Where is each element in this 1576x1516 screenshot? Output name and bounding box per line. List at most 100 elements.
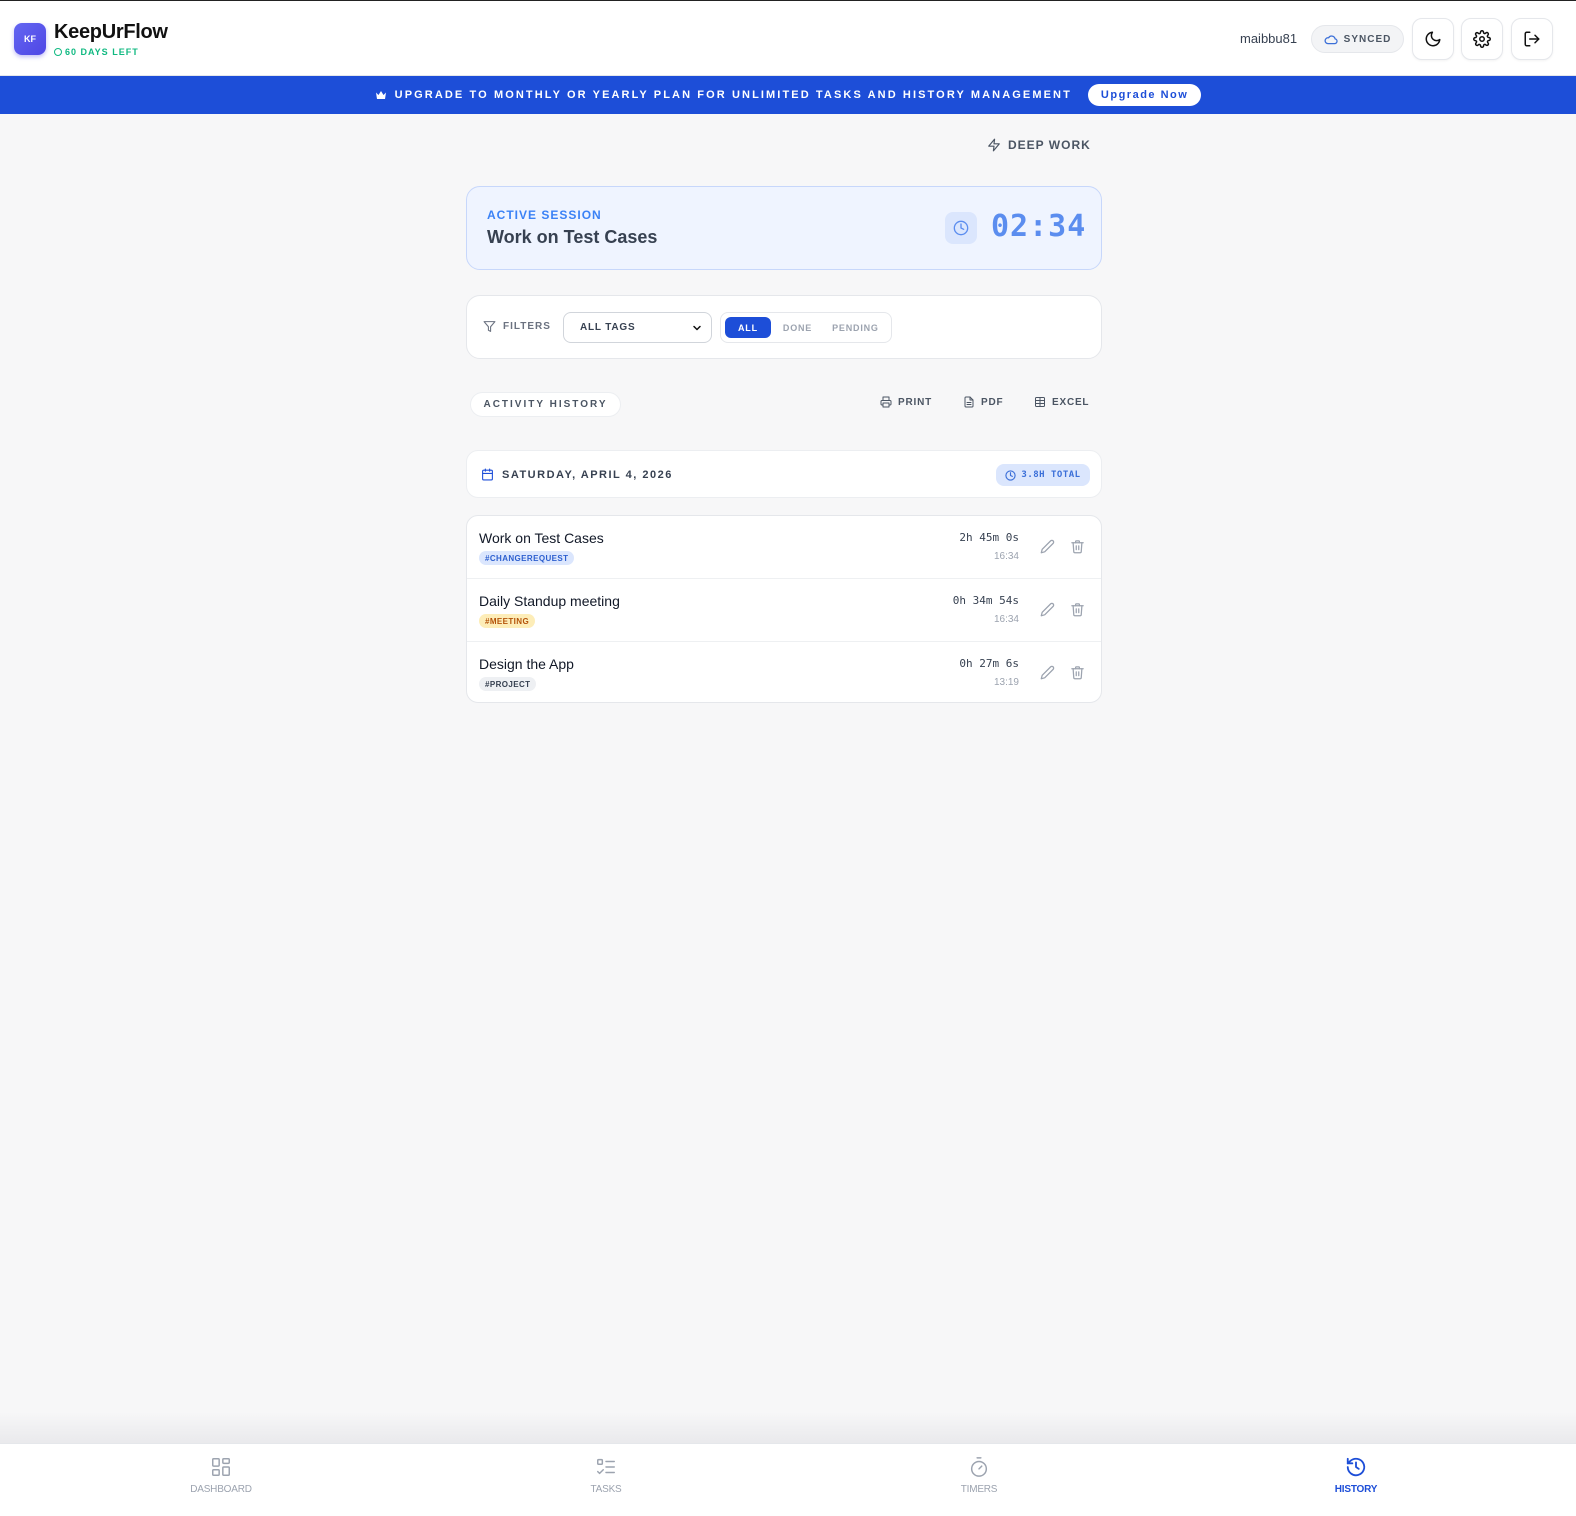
activity-history-heading: ACTIVITY HISTORY [470,392,621,417]
moon-icon [1425,31,1441,47]
logout-button[interactable] [1511,18,1553,60]
history-entries-list: Work on Test Cases #CHANGEREQUEST 2h 45m… [466,515,1102,703]
settings-button[interactable] [1461,18,1503,60]
total-hours-text: 3.8H TOTAL [1021,470,1081,480]
printer-icon [880,396,892,408]
entry-time: 16:34 [993,551,1019,562]
print-label: PRINT [898,396,932,408]
excel-export-button[interactable]: EXCEL [1034,396,1089,408]
edit-entry-button[interactable] [1040,602,1055,617]
date-group-header: SATURDAY, APRIL 4, 2026 3.8H TOTAL [466,450,1102,498]
document-icon [964,396,974,408]
entry-time: 13:19 [993,677,1019,688]
delete-entry-button[interactable] [1070,539,1085,554]
theme-toggle-button[interactable] [1412,18,1454,60]
nav-tasks-label: TASKS [590,1484,622,1495]
entry-tag: #CHANGEREQUEST [479,551,575,565]
status-filter-toggle: ALL DONE PENDING [720,312,892,343]
pdf-label: PDF [981,396,1004,408]
delete-entry-button[interactable] [1070,602,1085,617]
status-filter-pending[interactable]: PENDING [824,317,887,338]
nav-dashboard[interactable]: DASHBOARD [161,1456,281,1495]
bottom-shadow [0,1412,1576,1443]
lightning-icon [988,138,1000,152]
active-session-card: ACTIVE SESSION Work on Test Cases 02:34 [466,186,1102,270]
entry-title: Daily Standup meeting [479,593,620,609]
session-clock-badge [945,212,977,244]
upgrade-now-button[interactable]: Upgrade Now [1087,84,1202,106]
nav-timers[interactable]: TIMERS [919,1456,1039,1495]
status-filter-done[interactable]: DONE [775,317,820,338]
brand-name: KeepUrFlow [54,21,168,43]
history-icon [1346,1457,1366,1477]
delete-entry-button[interactable] [1070,665,1085,680]
entry-duration: 0h 27m 6s [959,657,1019,670]
date-text: SATURDAY, APRIL 4, 2026 [502,468,673,481]
pdf-export-button[interactable]: PDF [963,396,1003,408]
deep-work-label: DEEP WORK [1008,138,1091,152]
entry-title: Work on Test Cases [479,530,604,546]
filters-label-text: FILTERS [503,321,551,332]
crown-icon [375,91,386,99]
entry-title: Design the App [479,656,574,672]
tag-filter-value: ALL TAGS [580,322,636,333]
chevron-down-icon [693,325,701,330]
clock-icon [953,220,969,236]
cloud-icon [1324,34,1338,44]
clock-icon [1005,469,1017,481]
date-label: SATURDAY, APRIL 4, 2026 [481,468,673,481]
session-timer: 02:34 [991,209,1087,244]
pencil-icon [1040,539,1055,554]
list-item[interactable]: Work on Test Cases #CHANGEREQUEST 2h 45m… [467,516,1101,579]
nav-timers-label: TIMERS [960,1484,998,1495]
app-logo[interactable]: KF [14,23,46,55]
trial-days-left: 60 DAYS LEFT [54,47,139,57]
nav-tasks[interactable]: TASKS [546,1456,666,1495]
bottom-navigation: DASHBOARD TASKS TIMERS HISTORY [0,1443,1576,1516]
pencil-icon [1040,665,1055,680]
tag-filter-select[interactable]: ALL TAGS [563,312,712,343]
trash-icon [1071,540,1084,554]
calendar-icon [482,468,493,481]
gear-icon [1473,30,1491,48]
clock-icon [54,48,62,56]
total-hours-badge: 3.8H TOTAL [996,464,1090,486]
logout-icon [1524,31,1540,47]
trash-icon [1071,666,1084,680]
nav-history[interactable]: HISTORY [1296,1456,1416,1495]
stopwatch-icon [970,1457,988,1477]
trial-days-text: 60 DAYS LEFT [65,47,139,57]
active-session-title: Work on Test Cases [487,227,658,247]
filter-icon [483,321,496,332]
top-bar: KF KeepUrFlow 60 DAYS LEFT maibbu81 SYNC… [0,0,1576,76]
upgrade-banner-message: UPGRADE TO MONTHLY OR YEARLY PLAN FOR UN… [375,89,1072,101]
filters-card: FILTERS ALL TAGS ALL DONE PENDING [466,295,1102,359]
list-item[interactable]: Design the App #PROJECT 0h 27m 6s 13:19 [467,642,1101,702]
deep-work-mode-button[interactable]: DEEP WORK [987,138,1091,152]
sync-status-badge: SYNCED [1311,25,1404,53]
sync-status-text: SYNCED [1343,33,1392,45]
entry-tag: #PROJECT [479,677,537,691]
active-session-label: ACTIVE SESSION [487,208,602,222]
checklist-icon [597,1458,615,1475]
pencil-icon [1040,602,1055,617]
username: maibbu81 [1240,31,1298,46]
trash-icon [1071,603,1084,617]
table-icon [1035,397,1045,407]
entry-time: 16:34 [993,614,1019,625]
nav-dashboard-label: DASHBOARD [190,1484,252,1495]
upgrade-banner: UPGRADE TO MONTHLY OR YEARLY PLAN FOR UN… [0,76,1576,114]
list-item[interactable]: Daily Standup meeting #MEETING 0h 34m 54… [467,579,1101,642]
status-filter-all[interactable]: ALL [725,317,771,338]
entry-tag: #MEETING [479,614,536,628]
entry-duration: 0h 34m 54s [952,594,1019,607]
entry-duration: 2h 45m 0s [959,531,1019,544]
print-button[interactable]: PRINT [880,396,932,408]
excel-label: EXCEL [1052,396,1090,408]
upgrade-banner-text: UPGRADE TO MONTHLY OR YEARLY PLAN FOR UN… [394,89,1072,101]
nav-history-label: HISTORY [1334,1484,1378,1495]
edit-entry-button[interactable] [1040,539,1055,554]
filters-label: FILTERS [483,320,551,333]
grid-icon [212,1458,230,1476]
edit-entry-button[interactable] [1040,665,1055,680]
